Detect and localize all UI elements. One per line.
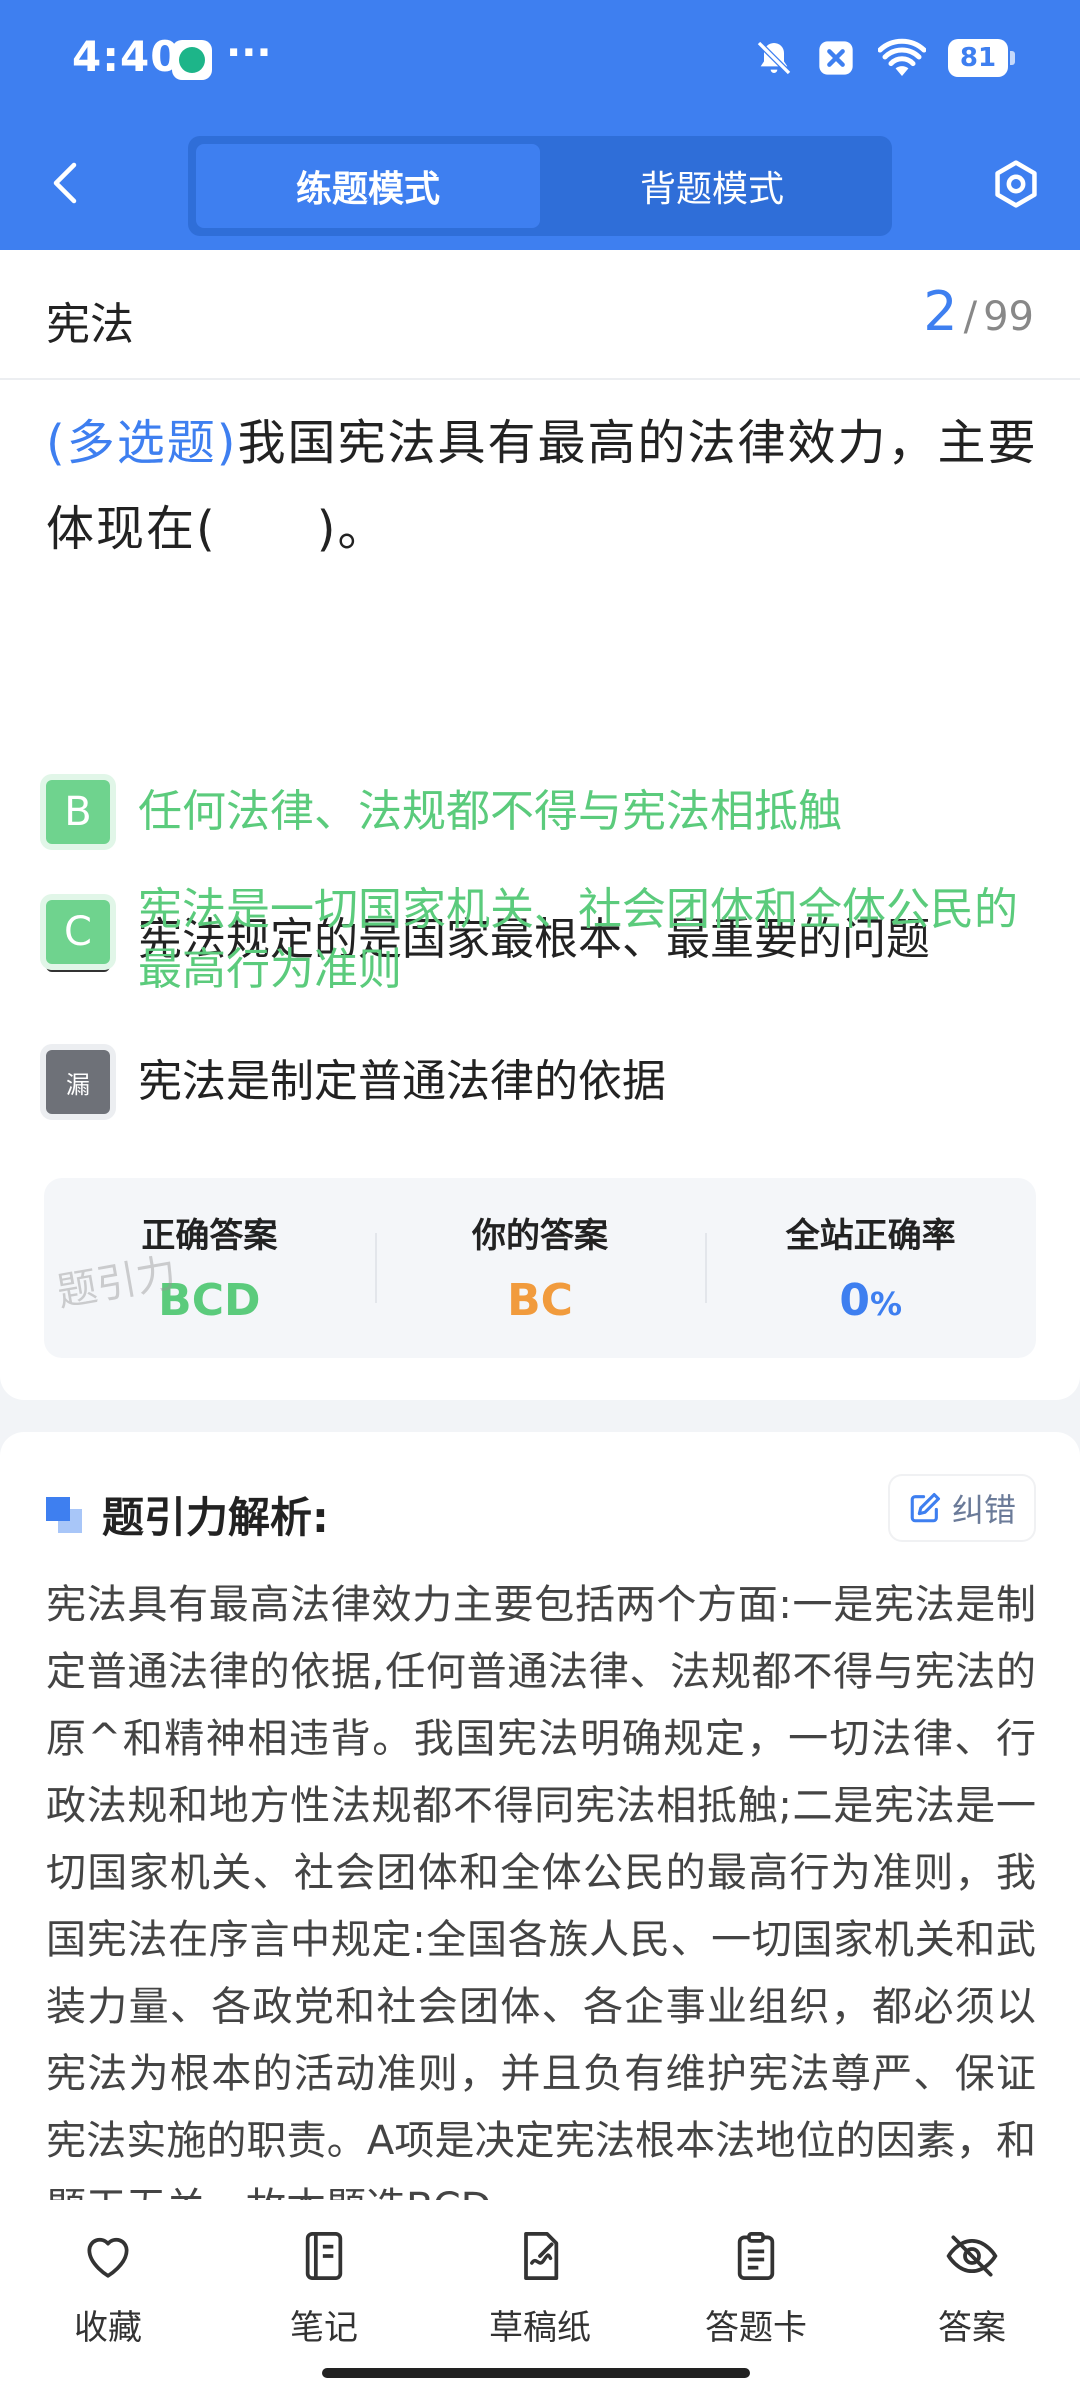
question-card: 宪法 2/99 (多选题)我国宪法具有最高的法律效力，主要体现在( )。 A 宪… [0,250,1080,1400]
notebook-icon [294,2226,354,2286]
accuracy-unit: % [869,1285,903,1323]
question-progress: 2/99 [923,280,1034,343]
battery-indicator: 81 [948,39,1015,77]
question-type: (多选题) [46,415,238,471]
analysis-title: 题引力解析: [102,1493,329,1542]
settings-button[interactable] [988,156,1044,212]
total-question-count: 99 [983,294,1034,340]
status-more-icon: ··· [226,30,272,76]
option-c[interactable]: C 宪法是一切国家机关、社会团体和全体公民的最高行为准则 [46,878,1046,1000]
status-bar: 4:40 ··· 81 [0,0,1080,120]
stat-label: 你的答案 [472,1216,608,1256]
show-answer-button[interactable]: 答案 [864,2200,1080,2400]
accuracy-number: 0 [839,1275,870,1326]
status-time: 4:40 [72,32,181,81]
tab-memorize-mode[interactable]: 背题模式 [540,144,884,228]
analysis-card: 题引力解析: 纠错 宪法具有最高法律效力主要包括两个方面:一是宪法是制定普通法律… [0,1432,1080,2252]
nav-label: 笔记 [290,2308,358,2348]
nav-label: 收藏 [74,2308,142,2348]
eye-off-icon [942,2226,1002,2286]
missed-badge: 漏 [46,1050,110,1114]
draft-paper-icon [510,2226,570,2286]
header: 4:40 ··· 81 练题模式 背题模式 [0,0,1080,250]
nav-label: 草稿纸 [489,2308,591,2348]
stat-label: 全站正确率 [785,1216,956,1256]
subject-title: 宪法 [46,299,134,350]
stat-accuracy: 全站正确率 0% [705,1178,1036,1358]
status-icons: 81 [754,38,1015,78]
heart-icon [78,2226,138,2286]
back-button[interactable] [40,158,90,208]
analysis-text: 宪法具有最高法律效力主要包括两个方面:一是宪法是制定普通法律的依据,任何普通法律… [46,1582,1036,2231]
report-error-button[interactable]: 纠错 [889,1476,1034,1540]
current-question-number: 2 [923,280,958,343]
analysis-header: 题引力解析: [46,1484,329,1545]
subject-row: 宪法 2/99 [0,250,1080,380]
tab-practice-mode[interactable]: 练题模式 [196,144,540,228]
nav-label: 答案 [938,2308,1006,2348]
answer-sheet-icon [726,2226,786,2286]
option-text: 宪法是一切国家机关、社会团体和全体公民的最高行为准则 [138,884,1018,995]
option-text: 宪法是制定普通法律的依据 [138,1056,666,1107]
nav-label: 答题卡 [705,2308,807,2348]
favorite-button[interactable]: 收藏 [0,2200,216,2400]
option-d[interactable]: 漏 宪法是制定普通法律的依据 [46,1050,1046,1114]
accuracy-value: 0% [839,1275,902,1326]
option-letter: C [46,900,110,964]
sim-off-icon [819,41,853,75]
app-notification-icon [172,40,212,80]
your-answer-value: BC [507,1275,573,1326]
chevron-left-icon [53,162,77,204]
report-error-label: 纠错 [951,1491,1016,1529]
stat-your-answer: 你的答案 BC [374,1178,706,1358]
analysis-icon [46,1496,82,1533]
home-indicator [322,2368,750,2378]
mode-switch: 练题模式 背题模式 [188,136,892,236]
question-stem: (多选题)我国宪法具有最高的法律效力，主要体现在( )。 [46,400,1046,572]
option-b[interactable]: B 任何法律、法规都不得与宪法相抵触 [46,780,1046,844]
hexagon-settings-icon [995,160,1037,208]
answer-stats: 正确答案 BCD 你的答案 BC 全站正确率 0% [44,1178,1036,1358]
wifi-icon [878,38,926,76]
progress-separator: / [963,294,978,340]
option-letter: B [46,780,110,844]
edit-icon [910,1492,941,1523]
option-text: 任何法律、法规都不得与宪法相抵触 [138,786,842,837]
bell-off-icon [756,40,792,76]
